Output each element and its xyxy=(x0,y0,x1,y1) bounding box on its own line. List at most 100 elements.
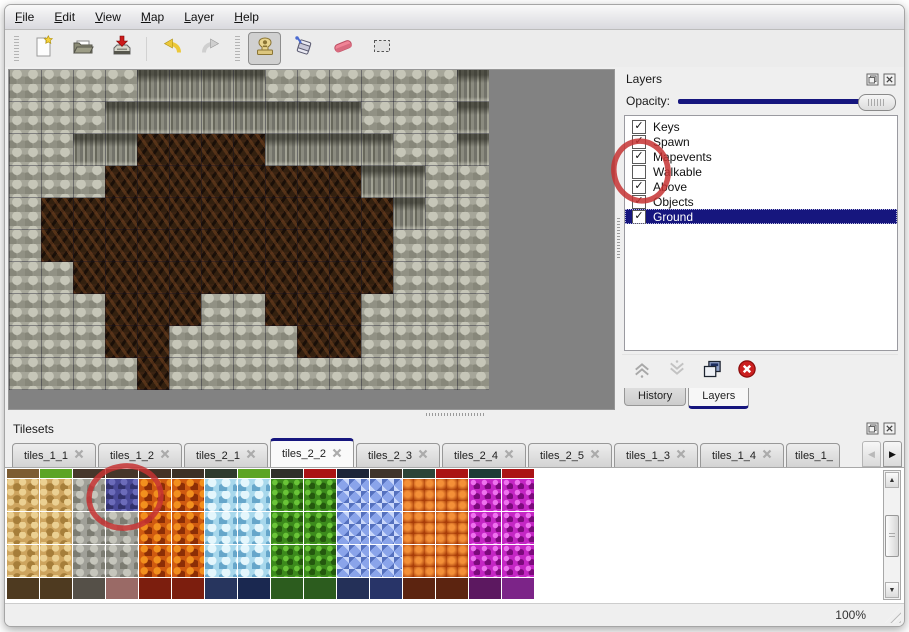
resize-grip[interactable] xyxy=(885,607,901,623)
opacity-slider[interactable] xyxy=(678,94,896,109)
map-tile-rock-scales[interactable] xyxy=(425,230,457,262)
palette-tile-edge[interactable] xyxy=(139,578,171,599)
tab-close-icon[interactable] xyxy=(504,449,514,462)
map-tile-cliff-face[interactable] xyxy=(73,134,105,166)
map-tile-rock-scales[interactable] xyxy=(393,326,425,358)
map-tile-rock-scales[interactable] xyxy=(41,102,73,134)
layer-list[interactable]: ✓Keys✓Spawn✓MapeventsWalkable✓Above✓Obje… xyxy=(624,115,898,351)
layer-checkbox-above[interactable]: ✓ xyxy=(632,180,646,194)
stamp-tool-button[interactable] xyxy=(248,32,281,65)
map-tile-cave-floor[interactable] xyxy=(329,166,361,198)
map-tile-rock-scales[interactable] xyxy=(9,326,41,358)
map-tile-cave-floor[interactable] xyxy=(233,134,265,166)
palette-tile-edge[interactable] xyxy=(73,578,105,599)
palette-tile-lava[interactable] xyxy=(172,512,204,544)
map-tile-cave-floor[interactable] xyxy=(169,262,201,294)
map-tile-rock-scales[interactable] xyxy=(73,326,105,358)
map-tile-rock-scales[interactable] xyxy=(9,102,41,134)
map-tile-rock-scales[interactable] xyxy=(73,294,105,326)
map-tile-cave-floor[interactable] xyxy=(41,198,73,230)
tileset-tab-tiles_2_1[interactable]: tiles_2_1 xyxy=(184,443,268,467)
palette-tile-edge[interactable] xyxy=(271,469,303,478)
map-tile-rock-scales[interactable] xyxy=(41,358,73,390)
palette-tile-edge[interactable] xyxy=(304,578,336,599)
toolbar-grip[interactable] xyxy=(14,36,19,62)
redo-button[interactable] xyxy=(194,32,227,65)
undo-button[interactable] xyxy=(155,32,188,65)
map-tile-rock-scales[interactable] xyxy=(361,294,393,326)
palette-tile-vine[interactable] xyxy=(271,512,303,544)
map-tile-rock-scales[interactable] xyxy=(425,198,457,230)
palette-tile-edge[interactable] xyxy=(139,469,171,478)
map-tile-cliff-face[interactable] xyxy=(137,70,169,102)
palette-tile-edge[interactable] xyxy=(337,469,369,478)
map-tile-rock-scales[interactable] xyxy=(41,294,73,326)
scroll-right-icon[interactable]: ▶ xyxy=(883,441,902,467)
tab-close-icon[interactable] xyxy=(332,448,342,461)
map-tile-cave-floor[interactable] xyxy=(329,198,361,230)
palette-tile-crystal[interactable] xyxy=(337,479,369,511)
map-tile-rock-scales[interactable] xyxy=(105,70,137,102)
map-tile-rock-scales[interactable] xyxy=(361,358,393,390)
map-tile-cave-floor[interactable] xyxy=(297,198,329,230)
palette-tile-ice[interactable] xyxy=(238,545,270,577)
map-tile-cave-floor[interactable] xyxy=(361,262,393,294)
scroll-left-icon[interactable]: ◀ xyxy=(862,441,881,467)
map-tile-rock-scales[interactable] xyxy=(233,358,265,390)
tile-palette[interactable] xyxy=(7,469,534,599)
map-tile-rock-scales[interactable] xyxy=(425,262,457,294)
palette-tile-ice[interactable] xyxy=(205,512,237,544)
tab-close-icon[interactable] xyxy=(74,449,84,462)
map-tile-cave-floor[interactable] xyxy=(169,134,201,166)
layer-row-keys[interactable]: ✓Keys xyxy=(625,119,897,134)
save-map-button[interactable] xyxy=(105,32,138,65)
map-tile-cave-floor[interactable] xyxy=(265,198,297,230)
tab-close-icon[interactable] xyxy=(676,449,686,462)
fill-tool-button[interactable] xyxy=(287,32,320,65)
map-tile-rock-scales[interactable] xyxy=(265,326,297,358)
map-tile-cliff-face[interactable] xyxy=(233,70,265,102)
palette-tile-edge[interactable] xyxy=(469,469,501,478)
palette-tile-edge[interactable] xyxy=(304,469,336,478)
map-tile-cave-floor[interactable] xyxy=(137,230,169,262)
palette-tile-edge[interactable] xyxy=(469,578,501,599)
map-tile-rock-scales[interactable] xyxy=(9,262,41,294)
palette-tile-sand[interactable] xyxy=(40,545,72,577)
map-tile-rock-scales[interactable] xyxy=(457,294,489,326)
map-tile-rock-scales[interactable] xyxy=(393,70,425,102)
lower-layer-button[interactable] xyxy=(667,359,687,384)
map-tile-rock-scales[interactable] xyxy=(41,326,73,358)
map-tile-cave-floor[interactable] xyxy=(73,230,105,262)
map-tile-cave-floor[interactable] xyxy=(297,262,329,294)
map-tile-cave-floor[interactable] xyxy=(73,262,105,294)
palette-tile-edge[interactable] xyxy=(238,469,270,478)
palette-tile-lava[interactable] xyxy=(172,479,204,511)
map-tile-cave-floor[interactable] xyxy=(233,198,265,230)
map-tile-cave-floor[interactable] xyxy=(297,166,329,198)
layer-checkbox-ground[interactable]: ✓ xyxy=(632,210,646,224)
map-tile-cliff-face[interactable] xyxy=(329,102,361,134)
palette-tile-edge[interactable] xyxy=(7,469,39,478)
map-tile-rock-scales[interactable] xyxy=(457,358,489,390)
map-tile-cave-floor[interactable] xyxy=(105,326,137,358)
palette-tile-vine[interactable] xyxy=(304,545,336,577)
map-tile-rock-scales[interactable] xyxy=(393,294,425,326)
map-tile-cave-floor[interactable] xyxy=(329,262,361,294)
map-tile-cave-floor[interactable] xyxy=(137,326,169,358)
map-tile-rock-scales[interactable] xyxy=(425,358,457,390)
palette-tile-rock[interactable] xyxy=(73,512,105,544)
palette-tile-edge[interactable] xyxy=(172,578,204,599)
map-tile-rock-scales[interactable] xyxy=(41,262,73,294)
scroll-down-icon[interactable]: ▼ xyxy=(885,582,899,598)
map-tile-rock-scales[interactable] xyxy=(9,70,41,102)
palette-tile-sand[interactable] xyxy=(40,512,72,544)
map-tile-cave-floor[interactable] xyxy=(297,294,329,326)
toolbar-grip[interactable] xyxy=(235,36,240,62)
map-tile-rock-scales[interactable] xyxy=(169,326,201,358)
opacity-slider-handle[interactable] xyxy=(858,94,896,111)
map-tile-cave-floor[interactable] xyxy=(329,230,361,262)
map-tile-cave-floor[interactable] xyxy=(233,262,265,294)
scrollbar-track[interactable] xyxy=(885,489,899,581)
map-tile-rock-scales[interactable] xyxy=(9,166,41,198)
map-tile-rock-scales[interactable] xyxy=(105,358,137,390)
